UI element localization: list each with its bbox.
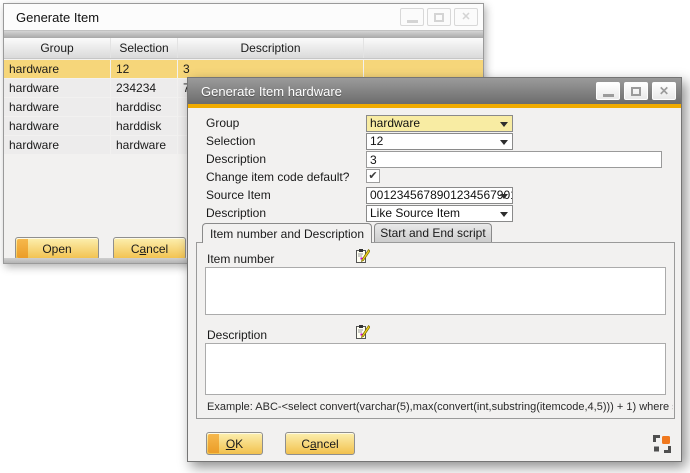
tab-panel: Item number Description Example: ABC-<se…	[196, 242, 675, 419]
default-button-marker	[17, 239, 28, 258]
tab-start-and-end-script[interactable]: Start and End script	[374, 223, 492, 242]
cell-selection[interactable]: 12	[111, 60, 177, 78]
open-button[interactable]: Open	[15, 237, 99, 260]
panel-description-label: Description	[207, 328, 267, 342]
column-header-selection[interactable]: Selection	[111, 38, 178, 58]
cell-filler	[364, 60, 483, 78]
maximize-button[interactable]	[624, 82, 648, 100]
item-number-textarea[interactable]	[205, 267, 666, 315]
generate-item-hardware-window: Generate Item hardware ✕ Group hardware …	[187, 77, 682, 462]
accent-line	[188, 104, 681, 108]
item-number-label: Item number	[207, 252, 274, 266]
minimize-button[interactable]	[400, 8, 424, 26]
chevron-down-icon	[500, 212, 508, 217]
cell-group[interactable]: hardware	[4, 60, 110, 78]
source-item-label: Source Item	[206, 187, 271, 204]
chevron-down-icon	[500, 140, 508, 145]
cancel-button-label: Cancel	[301, 437, 338, 451]
cell-selection[interactable]: 234234	[111, 79, 177, 97]
selection-combo-value: 12	[370, 134, 383, 148]
chevron-down-icon	[500, 122, 508, 127]
description-mode-label: Description	[206, 205, 266, 222]
close-button[interactable]: ✕	[454, 8, 478, 26]
tab-bar: Item number and Description Start and En…	[202, 223, 492, 243]
cell-selection[interactable]: harddisk	[111, 117, 177, 135]
source-item-combo-value: 00123456789012345679012345	[370, 188, 513, 202]
table-row[interactable]: hardware 12 3	[4, 60, 483, 78]
minimize-icon	[407, 20, 418, 23]
window-title: Generate Item hardware	[201, 84, 592, 99]
source-item-combo[interactable]: 00123456789012345679012345	[366, 187, 513, 204]
panel-description-textarea[interactable]	[205, 343, 666, 395]
toolbar-strip	[4, 30, 483, 38]
close-button[interactable]: ✕	[652, 82, 676, 100]
column-header-filler	[364, 38, 483, 58]
resize-grip-icon[interactable]	[653, 435, 671, 453]
checkmark-icon: ✔	[368, 171, 377, 182]
open-button-label: Open	[42, 242, 71, 256]
description-label: Description	[206, 151, 266, 168]
cell-selection[interactable]: hardware	[111, 136, 177, 154]
selection-combo[interactable]: 12	[366, 133, 513, 150]
description-mode-combo[interactable]: Like Source Item	[366, 205, 513, 222]
edit-note-icon[interactable]	[354, 324, 370, 340]
description-mode-combo-value: Like Source Item	[370, 206, 460, 220]
change-item-code-checkbox[interactable]: ✔	[366, 169, 380, 183]
group-label: Group	[206, 115, 239, 132]
group-combo[interactable]: hardware	[366, 115, 513, 132]
close-icon: ✕	[461, 12, 470, 23]
tab-item-number-and-description[interactable]: Item number and Description	[202, 223, 372, 243]
column-header-group[interactable]: Group	[4, 38, 111, 58]
example-text: Example: ABC-<select convert(varchar(5),…	[207, 401, 673, 413]
window-title: Generate Item	[16, 10, 397, 25]
titlebar[interactable]: Generate Item hardware ✕	[188, 78, 681, 104]
cell-group[interactable]: hardware	[4, 79, 110, 97]
ok-button-label: OK	[226, 437, 243, 451]
cell-selection[interactable]: harddisc	[111, 98, 177, 116]
cell-group[interactable]: hardware	[4, 117, 110, 135]
titlebar[interactable]: Generate Item ✕	[4, 4, 483, 30]
minimize-button[interactable]	[596, 82, 620, 100]
table-header: Group Selection Description	[4, 38, 483, 59]
cancel-button-label: Cancel	[131, 242, 168, 256]
change-item-code-label: Change item code default?	[206, 169, 349, 186]
default-button-marker	[208, 434, 219, 453]
group-combo-value: hardware	[370, 116, 420, 130]
selection-label: Selection	[206, 133, 255, 150]
close-icon: ✕	[659, 85, 669, 97]
chevron-down-icon	[500, 194, 508, 199]
cell-description[interactable]: 3	[178, 60, 363, 78]
cancel-button[interactable]: Cancel	[285, 432, 355, 455]
edit-note-icon[interactable]	[354, 248, 370, 264]
description-input[interactable]	[366, 151, 662, 168]
cell-group[interactable]: hardware	[4, 136, 110, 154]
ok-button[interactable]: OK	[206, 432, 263, 455]
maximize-button[interactable]	[427, 8, 451, 26]
minimize-icon	[603, 94, 614, 97]
maximize-icon	[631, 87, 641, 96]
maximize-icon	[434, 13, 444, 22]
cell-group[interactable]: hardware	[4, 98, 110, 116]
column-header-description[interactable]: Description	[178, 38, 364, 58]
cancel-button[interactable]: Cancel	[113, 237, 186, 260]
